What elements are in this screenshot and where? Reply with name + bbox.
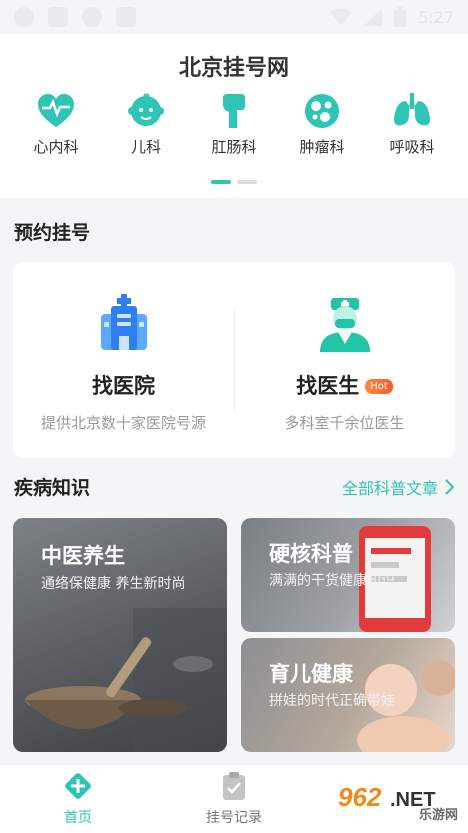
- appointment-card: 找医院 提供北京数十家医院号源 找医生 Hot 多科室千余位医生: [13, 262, 455, 458]
- baby-icon: [126, 92, 166, 130]
- dept-label: 儿科: [130, 138, 161, 156]
- top-header: 北京挂号网 心内科 儿科 肛肠科 肿瘤科 呼吸科: [0, 34, 468, 198]
- article-card-tcm[interactable]: 中医养生 通络保健康 养生新时尚: [13, 518, 227, 752]
- mortar-image: [25, 608, 227, 752]
- lungs-icon: [392, 92, 432, 130]
- notification-icon: [82, 7, 102, 27]
- hospital-icon: [101, 294, 147, 350]
- signal-icon: [364, 8, 383, 26]
- tab-records[interactable]: 挂号记录: [156, 771, 312, 831]
- article-title: 中医养生: [41, 544, 125, 568]
- article-title: 育儿健康: [269, 662, 353, 686]
- tab-home[interactable]: 首页: [0, 771, 156, 831]
- home-plus-icon: [63, 771, 93, 801]
- pager-dot[interactable]: [237, 180, 257, 184]
- heart-monitor-icon: [36, 92, 76, 130]
- dept-pediatrics[interactable]: 儿科: [106, 92, 186, 158]
- wifi-icon: [330, 8, 353, 25]
- hot-badge: Hot: [365, 379, 393, 394]
- dept-respiratory[interactable]: 呼吸科: [372, 92, 452, 158]
- find-hospital-subtitle: 提供北京数十家医院号源: [40, 414, 206, 432]
- tumor-cells-icon: [302, 92, 342, 130]
- page-title: 北京挂号网: [178, 56, 289, 81]
- dept-label: 肛肠科: [211, 138, 257, 156]
- sync-icon: [14, 7, 34, 27]
- find-doctor-button[interactable]: 找医生 Hot 多科室千余位医生: [234, 262, 455, 458]
- dept-label: 肿瘤科: [299, 138, 345, 156]
- article-title: 硬核科普: [269, 542, 353, 566]
- bag-icon: [116, 7, 136, 27]
- chevron-right-icon: [445, 479, 454, 495]
- status-time: 5:27: [418, 7, 454, 27]
- find-doctor-title-text: 找医生: [296, 374, 360, 398]
- find-hospital-title: 找医院: [92, 374, 155, 398]
- battery-icon: [394, 7, 407, 27]
- dept-label: 心内科: [33, 138, 79, 156]
- section-title-knowledge: 疾病知识: [14, 477, 91, 499]
- watermark-subtext: 乐游网: [418, 808, 458, 823]
- section-title-appointment: 预约挂号: [14, 222, 91, 244]
- svg-text:962: 962: [338, 782, 382, 812]
- tab-label: 首页: [64, 810, 92, 826]
- pager-dot-active[interactable]: [211, 180, 231, 184]
- article-subtitle: 通络保健康 养生新时尚: [41, 576, 186, 592]
- doctor-icon: [320, 298, 370, 352]
- all-articles-link[interactable]: 全部科普文章: [342, 475, 454, 499]
- find-doctor-title: 找医生 Hot: [234, 370, 455, 400]
- article-subtitle: 满满的干货健康知识: [269, 573, 395, 589]
- carousel-pager[interactable]: [211, 180, 257, 184]
- status-bar: 5:27: [0, 0, 468, 34]
- intestine-icon: [214, 92, 254, 130]
- article-card-science[interactable]: 硬核科普 满满的干货健康知识: [241, 518, 455, 632]
- dept-proctology[interactable]: 肛肠科: [194, 92, 274, 158]
- article-subtitle: 拼娃的时代正确带娃: [269, 693, 395, 709]
- dept-cardiology[interactable]: 心内科: [16, 92, 96, 158]
- all-articles-label: 全部科普文章: [341, 479, 438, 498]
- clipboard-icon: [219, 771, 249, 801]
- dept-oncology[interactable]: 肿瘤科: [282, 92, 362, 158]
- article-card-parenting[interactable]: 育儿健康 拼娃的时代正确带娃: [241, 638, 455, 752]
- app-square-icon: [48, 7, 68, 27]
- find-hospital-button[interactable]: 找医院 提供北京数十家医院号源: [13, 262, 234, 458]
- department-row: 心内科 儿科 肛肠科 肿瘤科 呼吸科: [0, 92, 468, 158]
- tab-label: 挂号记录: [206, 810, 262, 826]
- dept-label: 呼吸科: [389, 138, 435, 156]
- find-doctor-subtitle: 多科室千余位医生: [284, 414, 405, 432]
